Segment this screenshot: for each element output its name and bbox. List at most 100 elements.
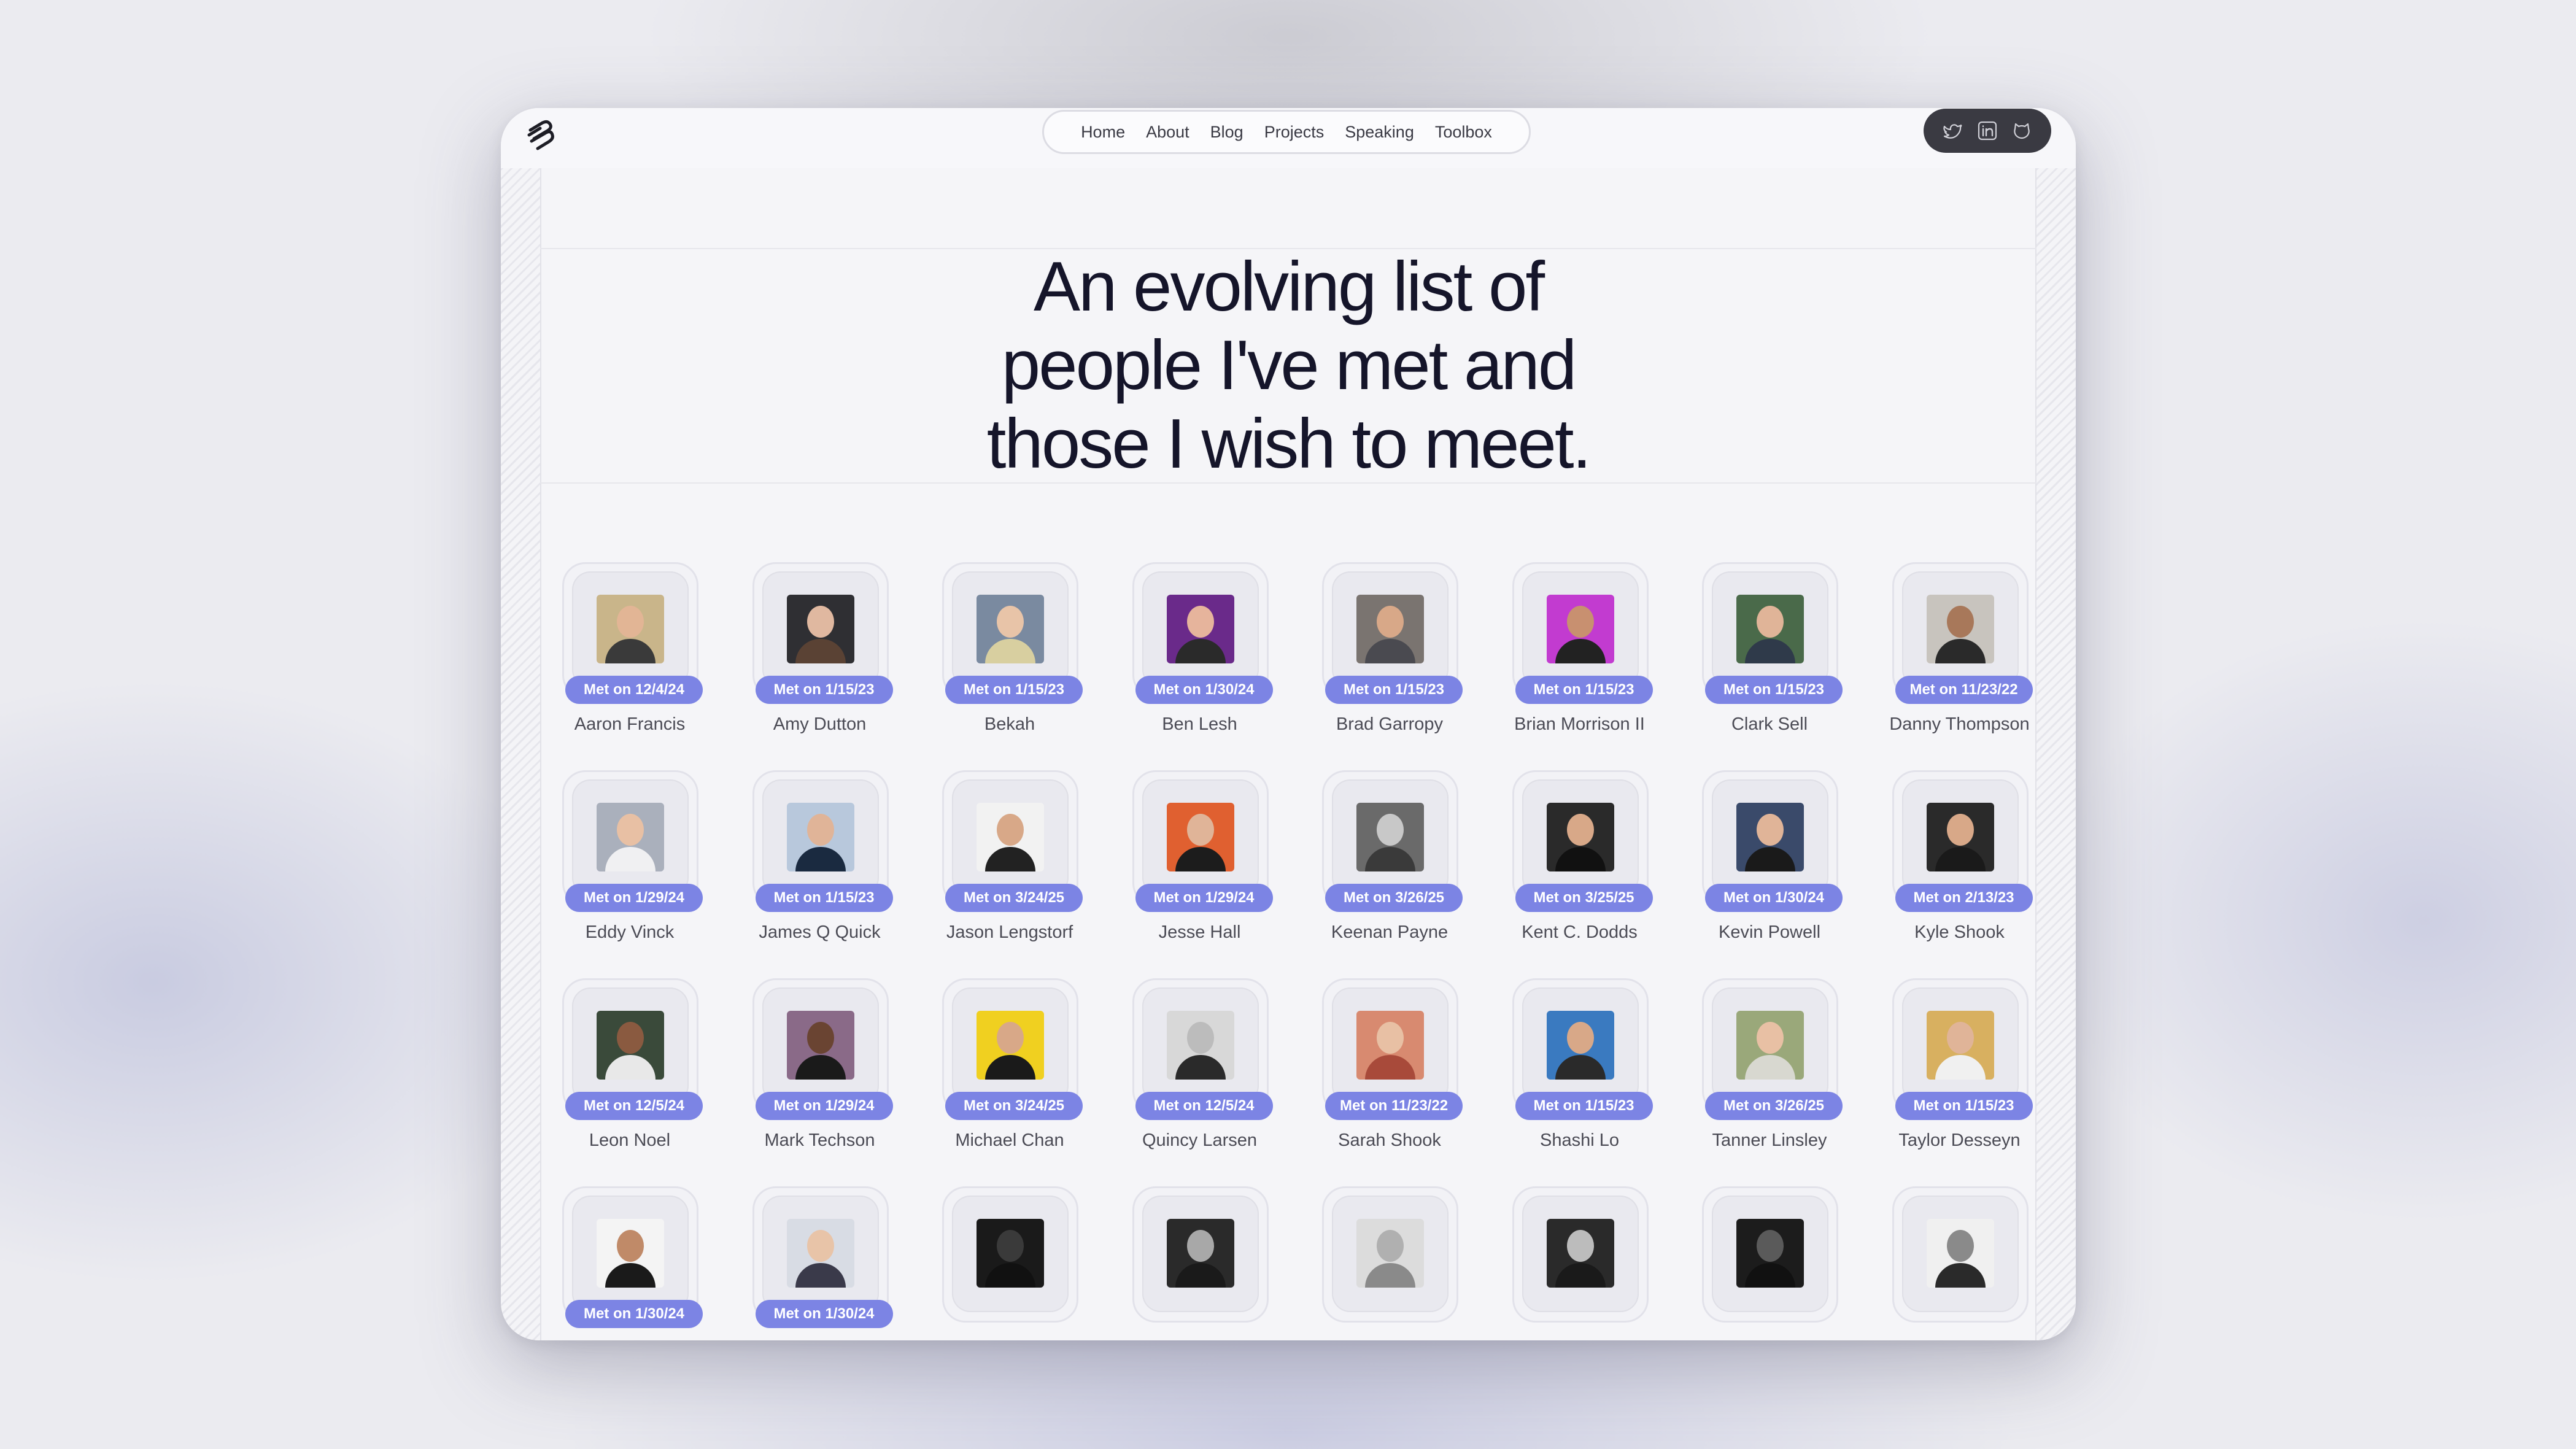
person-card[interactable]: Met on 3/25/25 Kent C. Dodds bbox=[1500, 770, 1653, 942]
person-card[interactable] bbox=[1690, 1186, 1838, 1340]
person-name: Kyle Shook bbox=[1914, 922, 2005, 942]
browser-window: Home About Blog Projects Speaking Toolbo… bbox=[501, 108, 2076, 1340]
avatar-backdrop bbox=[762, 571, 879, 688]
person-card[interactable]: Met on 3/24/25 Jason Lengstorf bbox=[930, 770, 1083, 942]
person-card[interactable] bbox=[1310, 1186, 1458, 1340]
avatar-backdrop bbox=[1522, 1196, 1639, 1312]
top-bar: Home About Blog Projects Speaking Toolbo… bbox=[501, 108, 2076, 168]
person-card[interactable]: Met on 12/4/24 Aaron Francis bbox=[550, 562, 703, 734]
avatar-backdrop bbox=[1522, 779, 1639, 896]
person-card[interactable]: Met on 3/24/25 Michael Chan bbox=[930, 978, 1083, 1150]
avatar bbox=[1166, 1219, 1234, 1288]
avatar bbox=[977, 803, 1044, 871]
avatar-frame bbox=[1512, 1186, 1649, 1323]
avatar-backdrop bbox=[1142, 1196, 1259, 1312]
person-card[interactable]: Met on 1/30/24 bbox=[740, 1186, 893, 1340]
nav-home-link[interactable]: Home bbox=[1081, 123, 1125, 142]
left-hatched-gutter bbox=[501, 168, 541, 1340]
met-date-badge: Met on 1/15/23 bbox=[755, 676, 893, 704]
met-date-badge: Met on 3/26/25 bbox=[1705, 1092, 1843, 1120]
met-date-badge: Met on 12/5/24 bbox=[1135, 1092, 1273, 1120]
person-card[interactable]: Met on 1/15/23 Shashi Lo bbox=[1500, 978, 1653, 1150]
person-card[interactable]: Met on 1/29/24 Mark Techson bbox=[740, 978, 893, 1150]
avatar bbox=[597, 803, 664, 871]
avatar bbox=[786, 803, 854, 871]
github-icon[interactable] bbox=[2011, 120, 2032, 141]
person-name: Brad Garropy bbox=[1336, 714, 1444, 734]
person-card[interactable] bbox=[1120, 1186, 1269, 1340]
avatar-frame: Met on 12/4/24 bbox=[562, 562, 703, 704]
avatar-backdrop bbox=[1901, 779, 2019, 896]
twitter-icon[interactable] bbox=[1943, 120, 1963, 141]
person-card[interactable]: Met on 3/26/25 Keenan Payne bbox=[1310, 770, 1463, 942]
met-date-badge: Met on 12/4/24 bbox=[565, 676, 703, 704]
avatar-frame: Met on 12/5/24 bbox=[562, 978, 703, 1120]
avatar-backdrop bbox=[1712, 1196, 1828, 1312]
met-date-badge: Met on 11/23/22 bbox=[1325, 1092, 1463, 1120]
person-card[interactable]: Met on 12/5/24 Quincy Larsen bbox=[1120, 978, 1273, 1150]
person-card[interactable]: Met on 1/15/23 Brad Garropy bbox=[1310, 562, 1463, 734]
met-date-badge: Met on 1/15/23 bbox=[1325, 676, 1463, 704]
avatar-backdrop bbox=[572, 987, 689, 1104]
met-date-badge: Met on 3/25/25 bbox=[1515, 884, 1653, 912]
avatar-frame: Met on 3/24/25 bbox=[942, 978, 1083, 1120]
avatar bbox=[1736, 1011, 1804, 1080]
nav-speaking-link[interactable]: Speaking bbox=[1345, 123, 1414, 142]
avatar-backdrop bbox=[1142, 987, 1259, 1104]
nav-blog-link[interactable]: Blog bbox=[1210, 123, 1244, 142]
met-date-badge: Met on 3/26/25 bbox=[1325, 884, 1463, 912]
linkedin-icon[interactable] bbox=[1977, 120, 1998, 141]
page-title: An evolving list of people I've met and … bbox=[986, 248, 1592, 483]
person-name: Keenan Payne bbox=[1331, 922, 1449, 942]
person-name: Mark Techson bbox=[764, 1130, 875, 1150]
avatar-backdrop bbox=[572, 779, 689, 896]
met-date-badge: Met on 12/5/24 bbox=[565, 1092, 703, 1120]
person-card[interactable]: Met on 2/13/23 Kyle Shook bbox=[1880, 770, 2033, 942]
avatar-backdrop bbox=[1332, 779, 1449, 896]
person-card[interactable]: Met on 1/29/24 Eddy Vinck bbox=[550, 770, 703, 942]
avatar-backdrop bbox=[572, 1196, 689, 1312]
site-logo-icon[interactable] bbox=[522, 117, 560, 155]
avatar-frame: Met on 1/29/24 bbox=[562, 770, 703, 912]
person-card[interactable]: Met on 1/30/24 Kevin Powell bbox=[1690, 770, 1843, 942]
person-name: James Q Quick bbox=[759, 922, 881, 942]
met-date-badge: Met on 1/15/23 bbox=[1515, 1092, 1653, 1120]
avatar-backdrop bbox=[952, 571, 1069, 688]
avatar-backdrop bbox=[1142, 779, 1259, 896]
person-card[interactable]: Met on 1/15/23 Brian Morrison II bbox=[1500, 562, 1653, 734]
avatar-frame: Met on 1/15/23 bbox=[1322, 562, 1463, 704]
avatar bbox=[1166, 1011, 1234, 1080]
avatar-backdrop bbox=[1522, 571, 1639, 688]
nav-about-link[interactable]: About bbox=[1146, 123, 1189, 142]
person-card[interactable]: Met on 3/26/25 Tanner Linsley bbox=[1690, 978, 1843, 1150]
person-name: Leon Noel bbox=[589, 1130, 671, 1150]
person-card[interactable]: Met on 1/15/23 James Q Quick bbox=[740, 770, 893, 942]
avatar-backdrop bbox=[1522, 987, 1639, 1104]
avatar bbox=[1736, 595, 1804, 663]
avatar-frame: Met on 12/5/24 bbox=[1132, 978, 1273, 1120]
met-date-badge: Met on 1/15/23 bbox=[755, 884, 893, 912]
nav-projects-link[interactable]: Projects bbox=[1264, 123, 1325, 142]
person-card[interactable]: Met on 1/15/23 Taylor Desseyn bbox=[1880, 978, 2033, 1150]
right-hatched-gutter bbox=[2035, 168, 2076, 1340]
person-card[interactable]: Met on 11/23/22 Sarah Shook bbox=[1310, 978, 1463, 1150]
person-card[interactable]: Met on 1/15/23 Clark Sell bbox=[1690, 562, 1843, 734]
person-card[interactable]: Met on 1/30/24 bbox=[550, 1186, 703, 1340]
avatar-frame bbox=[942, 1186, 1078, 1323]
person-card[interactable]: Met on 11/23/22 Danny Thompson bbox=[1880, 562, 2033, 734]
avatar-backdrop bbox=[1332, 987, 1449, 1104]
person-card[interactable]: Met on 12/5/24 Leon Noel bbox=[550, 978, 703, 1150]
person-card[interactable]: Met on 1/15/23 Amy Dutton bbox=[740, 562, 893, 734]
person-card[interactable] bbox=[930, 1186, 1078, 1340]
nav-toolbox-link[interactable]: Toolbox bbox=[1435, 123, 1492, 142]
avatar-backdrop bbox=[952, 1196, 1069, 1312]
avatar bbox=[1356, 595, 1424, 663]
person-card[interactable] bbox=[1500, 1186, 1649, 1340]
person-card[interactable]: Met on 1/15/23 Bekah bbox=[930, 562, 1083, 734]
avatar-backdrop bbox=[952, 987, 1069, 1104]
person-name: Clark Sell bbox=[1731, 714, 1808, 734]
person-card[interactable]: Met on 1/29/24 Jesse Hall bbox=[1120, 770, 1273, 942]
person-card[interactable] bbox=[1880, 1186, 2029, 1340]
person-name: Amy Dutton bbox=[773, 714, 867, 734]
person-card[interactable]: Met on 1/30/24 Ben Lesh bbox=[1120, 562, 1273, 734]
